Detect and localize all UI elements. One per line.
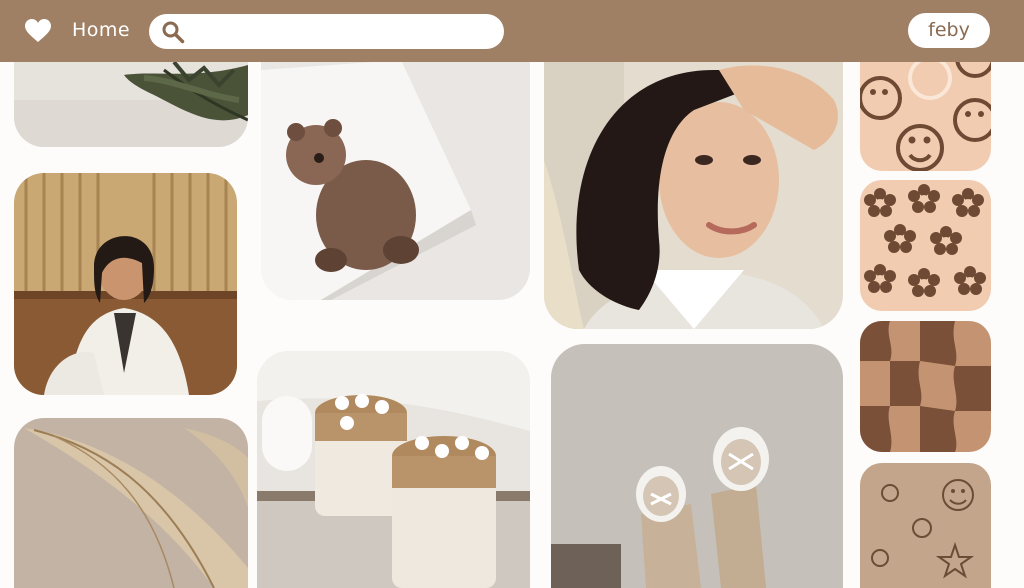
sneakers-photo[interactable] [551, 344, 843, 588]
doodle-pattern[interactable] [860, 463, 991, 588]
candles-photo[interactable] [257, 351, 530, 588]
checker-wave-pattern[interactable] [860, 321, 991, 452]
girl-portrait-photo[interactable] [544, 40, 843, 329]
search-input[interactable] [193, 18, 497, 47]
home-link[interactable]: Home [72, 19, 130, 41]
search-icon[interactable] [161, 20, 185, 44]
fairy-wings-photo[interactable] [14, 418, 248, 588]
heart-icon[interactable] [25, 19, 51, 43]
search-bar[interactable] [149, 14, 504, 49]
top-navigation-bar: Home feby [0, 0, 1024, 62]
flower-pattern[interactable] [860, 180, 991, 311]
bear-painting-photo[interactable] [261, 40, 530, 300]
woman-bamboo-photo[interactable] [14, 173, 237, 395]
user-profile-button[interactable]: feby [908, 13, 990, 48]
